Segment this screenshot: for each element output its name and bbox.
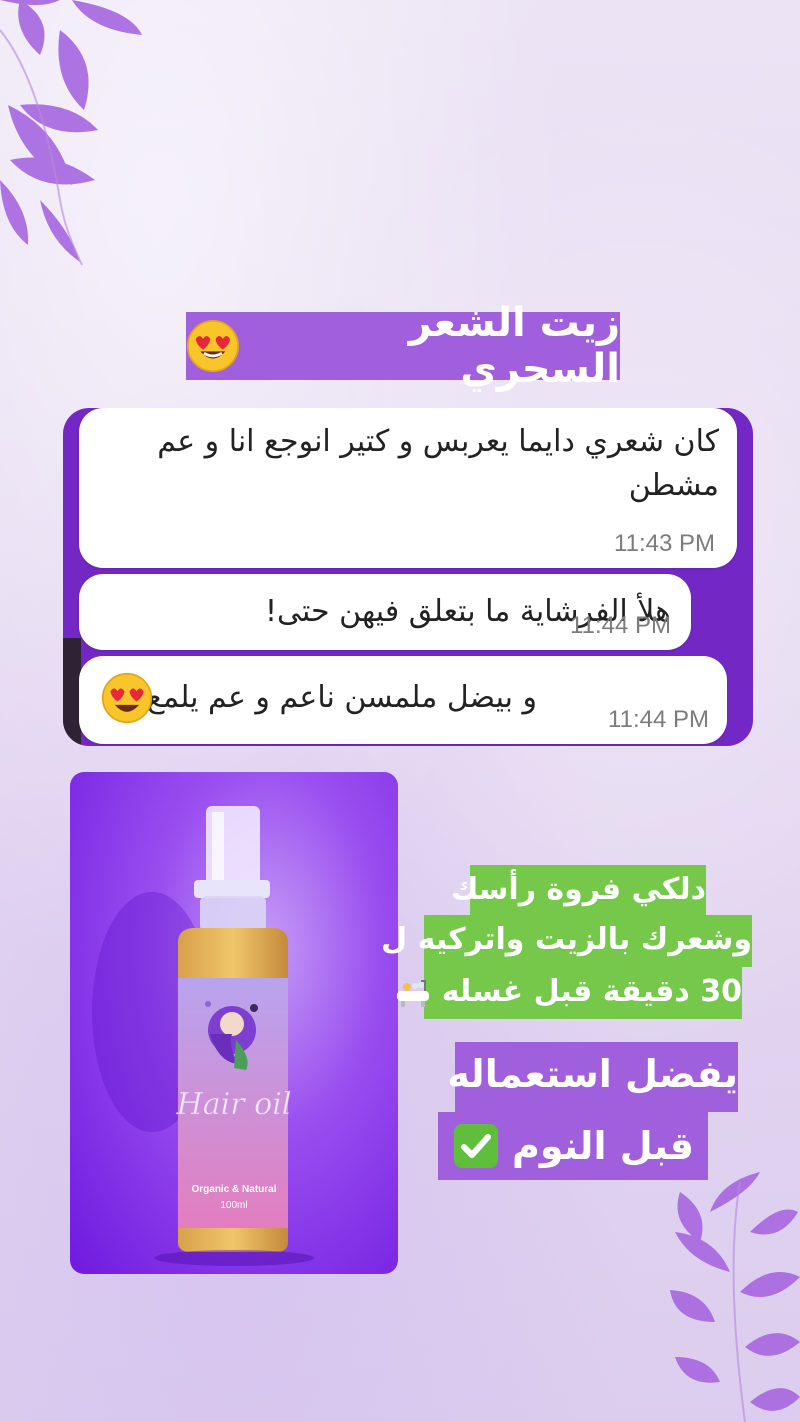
title-text: زيت الشعر السحري: [408, 300, 620, 392]
tip-line-3: 30 دقيقة قبل غسله: [397, 967, 742, 1019]
leaf-branch-decoration-bottom: [670, 1172, 800, 1422]
product-label-text: Hair oil: [176, 1087, 292, 1122]
message-text: كان شعري دايما يعربس و كتير انوجع انا و …: [157, 424, 719, 503]
message-time: 11:44 PM: [570, 612, 671, 639]
product-photo: Hair oil Organic & Natural 100ml: [70, 772, 398, 1274]
leaf-branch-decoration: [0, 0, 142, 266]
tip-line-3-text: 30 دقيقة قبل غسله: [441, 974, 742, 1009]
heart-eyes-emoji-icon: [101, 672, 153, 724]
product-volume: 100ml: [220, 1200, 247, 1211]
tip-line-2: وشعرك بالزيت واتركيه ل: [381, 915, 752, 967]
usage-line-1: يفضل استعماله: [447, 1042, 738, 1112]
message-time: 11:43 PM: [614, 530, 715, 557]
title-banner: زيت الشعر السحري: [186, 300, 620, 392]
chat-screenshot: كان شعري دايما يعربس و كتير انوجع انا و …: [63, 408, 753, 746]
heart-eyes-emoji-icon: [186, 319, 239, 373]
tip-line-1: دلكي فروة رأسك: [451, 865, 706, 917]
usage-line-2-text: قبل النوم: [511, 1124, 695, 1168]
chat-bubble-1: كان شعري دايما يعربس و كتير انوجع انا و …: [79, 408, 737, 568]
product-subtitle: Organic & Natural: [191, 1184, 276, 1195]
tip-box: دلكي فروة رأسك وشعرك بالزيت واتركيه ل 30…: [381, 865, 752, 1019]
bathtub-icon: [397, 979, 430, 1007]
chat-bubble-2: هلأ الفرشاية ما بتعلق فيهن حتى! 11:44 PM: [79, 574, 691, 650]
message-time: 11:44 PM: [608, 706, 709, 733]
message-text: و بيضل ملمسن ناعم و عم يلمع: [146, 680, 537, 715]
hair-oil-bottle-illustration: Hair oil Organic & Natural 100ml: [92, 806, 314, 1266]
usage-box: يفضل استعماله قبل النوم: [438, 1042, 738, 1180]
chat-bubble-3: و بيضل ملمسن ناعم و عم يلمع 11:44 PM: [79, 656, 727, 744]
usage-line-2: قبل النوم: [438, 1112, 708, 1180]
check-mark-icon: [453, 1124, 498, 1168]
